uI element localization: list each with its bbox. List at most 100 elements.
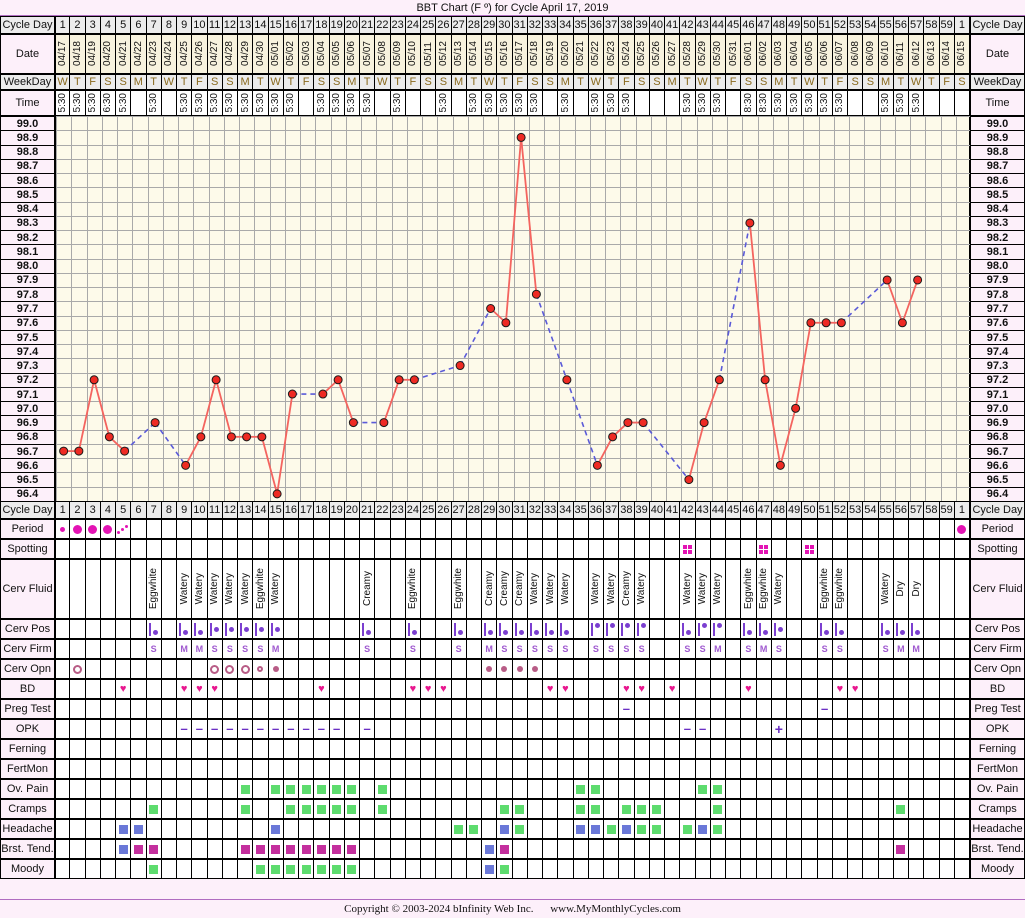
cramps-cell-day-21[interactable] bbox=[360, 799, 376, 819]
ov_pain-cell-day-24[interactable] bbox=[405, 779, 421, 799]
brst_tend-cell-day-17[interactable] bbox=[299, 839, 315, 859]
cerv_firm-cell-day-14[interactable]: S bbox=[253, 639, 269, 659]
cramps-cell-day-26[interactable] bbox=[436, 799, 452, 819]
cerv_firm-cell-day-38[interactable]: S bbox=[619, 639, 635, 659]
opk-cell-day-6[interactable] bbox=[131, 719, 147, 739]
fertmon-cell-day-54[interactable] bbox=[863, 759, 879, 779]
cerv_fluid-cell-day-6[interactable] bbox=[131, 559, 147, 619]
ferning-cell-day-13[interactable] bbox=[238, 739, 254, 759]
ov_pain-cell-day-15[interactable] bbox=[268, 779, 284, 799]
period-cell-day-27[interactable] bbox=[451, 519, 467, 539]
spotting-cell-day-24[interactable] bbox=[405, 539, 421, 559]
cerv_pos-cell-day-17[interactable] bbox=[299, 619, 315, 639]
opk-cell-day-30[interactable] bbox=[497, 719, 513, 739]
cerv_opn-cell-day-40[interactable] bbox=[649, 659, 665, 679]
bd-cell-day-38[interactable]: ♥ bbox=[619, 679, 635, 699]
bd-cell-day-54[interactable] bbox=[863, 679, 879, 699]
fertmon-cell-day-22[interactable] bbox=[375, 759, 391, 779]
moody-cell-day-28[interactable] bbox=[466, 859, 482, 879]
brst_tend-cell-day-26[interactable] bbox=[436, 839, 452, 859]
bd-cell-day-45[interactable] bbox=[726, 679, 742, 699]
preg_test-cell-day-24[interactable] bbox=[405, 699, 421, 719]
cerv_firm-cell-day-12[interactable]: S bbox=[222, 639, 238, 659]
cerv_firm-cell-day-52[interactable]: S bbox=[832, 639, 848, 659]
cerv_fluid-cell-day-53[interactable] bbox=[848, 559, 864, 619]
cerv_pos-cell-day-42[interactable] bbox=[680, 619, 696, 639]
fertmon-cell-day-46[interactable] bbox=[741, 759, 757, 779]
cramps-cell-day-42[interactable] bbox=[680, 799, 696, 819]
temp-point-day-27[interactable] bbox=[455, 361, 465, 371]
opk-cell-day-33[interactable] bbox=[543, 719, 559, 739]
ferning-cell-day-35[interactable] bbox=[573, 739, 589, 759]
headache-cell-day-24[interactable] bbox=[405, 819, 421, 839]
ferning-cell-day-18[interactable] bbox=[314, 739, 330, 759]
bd-cell-day-21[interactable] bbox=[360, 679, 376, 699]
moody-cell-day-50[interactable] bbox=[802, 859, 818, 879]
preg_test-cell-day-2[interactable] bbox=[70, 699, 86, 719]
preg_test-cell-day-4[interactable] bbox=[100, 699, 116, 719]
ferning-cell-day-33[interactable] bbox=[543, 739, 559, 759]
period-cell-day-19[interactable] bbox=[329, 519, 345, 539]
cerv_firm-cell-day-28[interactable] bbox=[466, 639, 482, 659]
bd-cell-day-22[interactable] bbox=[375, 679, 391, 699]
opk-cell-day-52[interactable] bbox=[832, 719, 848, 739]
period-cell-day-28[interactable] bbox=[466, 519, 482, 539]
brst_tend-cell-day-54[interactable] bbox=[863, 839, 879, 859]
period-cell-day-23[interactable] bbox=[390, 519, 406, 539]
ov_pain-cell-day-14[interactable] bbox=[253, 779, 269, 799]
cerv_opn-cell-day-43[interactable] bbox=[695, 659, 711, 679]
ferning-cell-day-50[interactable] bbox=[802, 739, 818, 759]
spotting-cell-day-17[interactable] bbox=[299, 539, 315, 559]
spotting-cell-day-37[interactable] bbox=[604, 539, 620, 559]
preg_test-cell-day-35[interactable] bbox=[573, 699, 589, 719]
cerv_pos-cell-day-46[interactable] bbox=[741, 619, 757, 639]
preg_test-cell-day-25[interactable] bbox=[421, 699, 437, 719]
cerv_pos-cell-day-15[interactable] bbox=[268, 619, 284, 639]
spotting-cell-day-58[interactable] bbox=[924, 539, 940, 559]
cerv_firm-cell-day-50[interactable] bbox=[802, 639, 818, 659]
cerv_pos-cell-day-7[interactable] bbox=[146, 619, 162, 639]
spotting-cell-day-45[interactable] bbox=[726, 539, 742, 559]
headache-cell-day-10[interactable] bbox=[192, 819, 208, 839]
spotting-cell-day-14[interactable] bbox=[253, 539, 269, 559]
brst_tend-cell-day-51[interactable] bbox=[817, 839, 833, 859]
cramps-cell-day-17[interactable] bbox=[299, 799, 315, 819]
ov_pain-cell-day-16[interactable] bbox=[283, 779, 299, 799]
opk-cell-day-57[interactable] bbox=[909, 719, 925, 739]
preg_test-cell-day-30[interactable] bbox=[497, 699, 513, 719]
moody-cell-day-44[interactable] bbox=[710, 859, 726, 879]
cerv_pos-cell-day-58[interactable] bbox=[924, 619, 940, 639]
spotting-cell-day-20[interactable] bbox=[344, 539, 360, 559]
fertmon-cell-day-31[interactable] bbox=[512, 759, 528, 779]
headache-cell-day-22[interactable] bbox=[375, 819, 391, 839]
cerv_firm-cell-day-24[interactable]: S bbox=[405, 639, 421, 659]
moody-cell-day-48[interactable] bbox=[771, 859, 787, 879]
moody-cell-day-36[interactable] bbox=[588, 859, 604, 879]
preg_test-cell-day-29[interactable] bbox=[482, 699, 498, 719]
period-cell-day-50[interactable] bbox=[802, 519, 818, 539]
temp-point-day-46[interactable] bbox=[745, 218, 755, 228]
ferning-cell-day-55[interactable] bbox=[878, 739, 894, 759]
fertmon-cell-day-35[interactable] bbox=[573, 759, 589, 779]
cerv_pos-cell-day-55[interactable] bbox=[878, 619, 894, 639]
preg_test-cell-day-8[interactable] bbox=[161, 699, 177, 719]
spotting-cell-day-22[interactable] bbox=[375, 539, 391, 559]
headache-cell-day-3[interactable] bbox=[85, 819, 101, 839]
cerv_opn-cell-day-21[interactable] bbox=[360, 659, 376, 679]
moody-cell-day-30[interactable] bbox=[497, 859, 513, 879]
brst_tend-cell-day-6[interactable] bbox=[131, 839, 147, 859]
cerv_opn-cell-day-25[interactable] bbox=[421, 659, 437, 679]
period-cell-day-37[interactable] bbox=[604, 519, 620, 539]
temp-point-day-30[interactable] bbox=[501, 318, 511, 328]
cramps-cell-day-46[interactable] bbox=[741, 799, 757, 819]
spotting-cell-day-54[interactable] bbox=[863, 539, 879, 559]
preg_test-cell-day-56[interactable] bbox=[893, 699, 909, 719]
ferning-cell-day-37[interactable] bbox=[604, 739, 620, 759]
ferning-cell-day-16[interactable] bbox=[283, 739, 299, 759]
cerv_fluid-cell-day-57[interactable]: Dry bbox=[909, 559, 925, 619]
spotting-cell-day-4[interactable] bbox=[100, 539, 116, 559]
brst_tend-cell-day-11[interactable] bbox=[207, 839, 223, 859]
cramps-cell-day-40[interactable] bbox=[649, 799, 665, 819]
headache-cell-day-46[interactable] bbox=[741, 819, 757, 839]
cerv_firm-cell-day-19[interactable] bbox=[329, 639, 345, 659]
